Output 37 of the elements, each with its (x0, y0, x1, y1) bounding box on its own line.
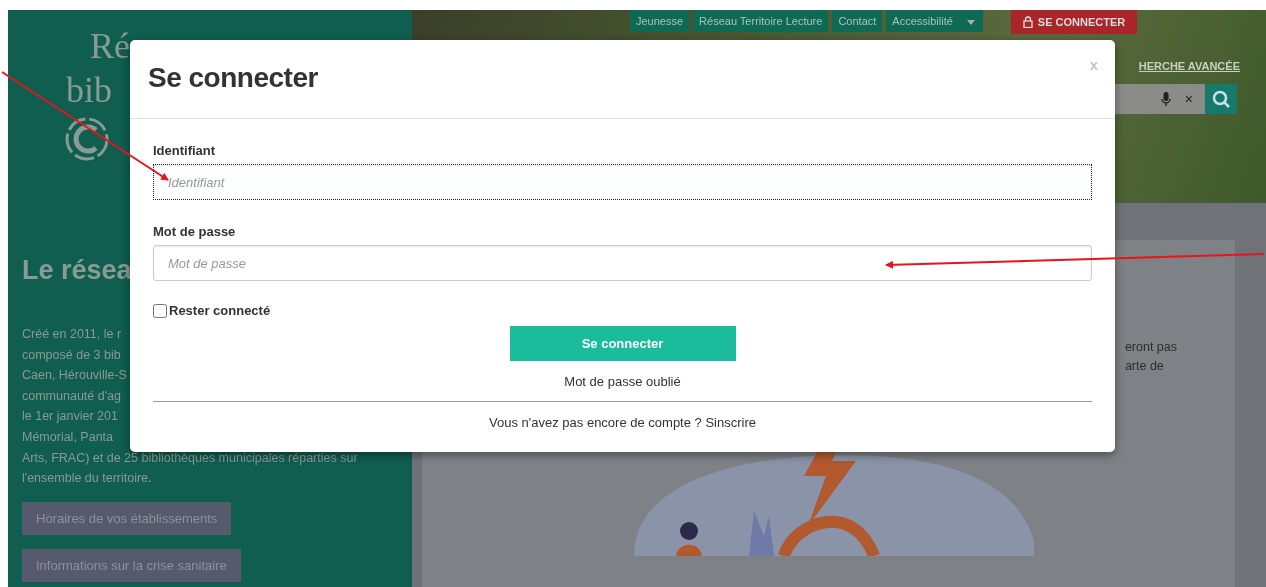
submit-button[interactable]: Se connecter (509, 326, 736, 361)
logo-icon (64, 116, 110, 162)
search-icon (1212, 90, 1230, 108)
dialog-title: Se connecter (148, 62, 318, 94)
microphone-icon (1160, 91, 1171, 107)
paragraph-line: Arts, FRAC) et de 25 bibliothèques municipales réparties sur (22, 449, 358, 467)
checkbox-label: Rester connecté (169, 303, 271, 318)
field-label: Identifiant (153, 143, 217, 158)
signup-link[interactable]: Vous n'avez pas encore de compte ? Sinscrire (489, 415, 756, 430)
paragraph-line: le 1er janvier 201 (22, 408, 119, 426)
checkbox[interactable] (153, 303, 167, 318)
paragraph-line: communauté d'ag (22, 387, 122, 405)
logo-text: Ré (90, 25, 130, 68)
paragraph-line: Caen, Hérouville-S (22, 367, 128, 385)
advanced-search-link[interactable]: HERCHE AVANCÉE (1138, 60, 1240, 72)
paragraph-line: Mémorial, Panta (22, 428, 114, 446)
logo-text: bib (66, 69, 112, 112)
lock-icon (1022, 16, 1033, 28)
dropdown-button[interactable] (958, 10, 983, 32)
nav-button[interactable]: Contact (832, 10, 883, 32)
text-fragment: eront pas (1124, 339, 1177, 356)
forgot-password-link[interactable]: Mot de passe oublié (564, 374, 681, 389)
paragraph-line: l'ensemble du territoire. (22, 470, 153, 488)
caret-icon (966, 20, 975, 25)
paragraph-line: Créé en 2011, le r (22, 326, 123, 343)
nav-button[interactable]: Jeunesse (630, 10, 690, 32)
input-field[interactable]: Identifiant (153, 164, 1092, 200)
login-button[interactable]: SE CONNECTER (1010, 10, 1138, 34)
clear-button[interactable]: × (1184, 91, 1193, 107)
nav-button[interactable]: Accessibilité (886, 10, 959, 32)
search-button[interactable] (1205, 84, 1237, 114)
search-field[interactable]: × (1115, 84, 1205, 114)
paragraph-line: composé de 3 bib (22, 346, 122, 364)
nav-button[interactable]: Réseau Territoire Lecture (693, 10, 829, 32)
section-title: Le résea (22, 255, 132, 286)
field-label: Mot de passe (153, 224, 237, 239)
text-fragment: arte de (1124, 358, 1165, 375)
